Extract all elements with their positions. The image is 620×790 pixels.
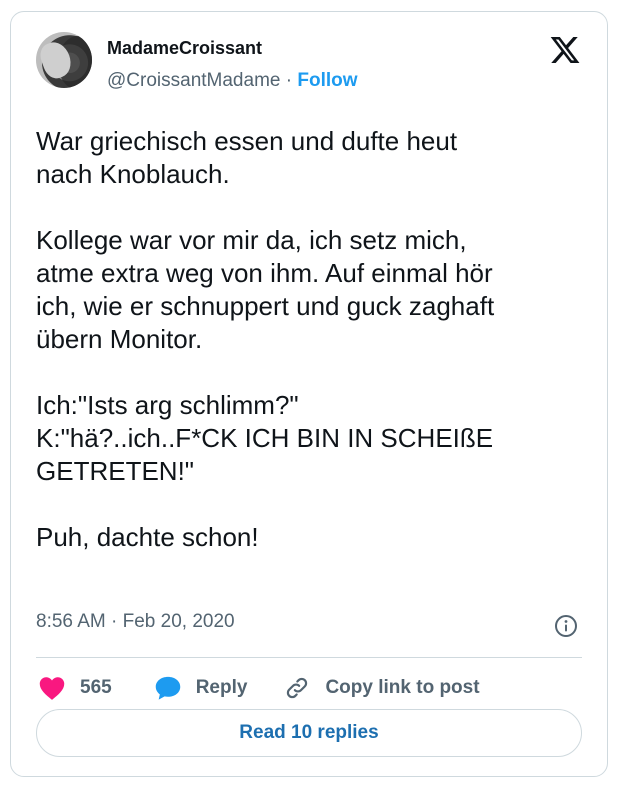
copy-link-label: Copy link to post (325, 677, 480, 698)
tweet-text: War griechisch essen und dufte heut nach… (36, 126, 495, 552)
copy-link-button[interactable]: Copy link to post (283, 675, 480, 701)
reply-button[interactable]: Reply (154, 675, 248, 701)
author-handle-row: @CroissantMadame · Follow (107, 70, 358, 92)
tweet-time: 8:56 AM (36, 611, 106, 632)
x-logo-icon[interactable] (549, 34, 581, 66)
divider (36, 657, 582, 658)
link-icon (287, 677, 308, 699)
follow-button[interactable]: Follow (297, 70, 357, 91)
handle-separator: · (285, 70, 293, 91)
heart-icon (39, 677, 65, 700)
tweet-card: MadameCroissant @CroissantMadame · Follo… (10, 11, 608, 777)
read-replies-label: Read 10 replies (239, 722, 379, 743)
speech-bubble-icon (155, 676, 180, 700)
tweet-date: Feb 20, 2020 (122, 611, 235, 632)
action-bar: 565 Reply Copy link to post (36, 674, 480, 702)
avatar[interactable] (36, 32, 92, 88)
like-button[interactable]: 565 (38, 675, 112, 701)
info-icon[interactable] (554, 614, 578, 638)
author-display-name[interactable]: MadameCroissant (107, 38, 262, 59)
author-handle[interactable]: @CroissantMadame (107, 70, 280, 91)
reply-label: Reply (195, 677, 248, 698)
tweet-timestamp[interactable]: 8:56 AM · Feb 20, 2020 (36, 611, 235, 633)
timestamp-separator: · (111, 611, 118, 632)
like-count: 565 (80, 677, 112, 698)
read-replies-button[interactable]: Read 10 replies (36, 709, 582, 757)
